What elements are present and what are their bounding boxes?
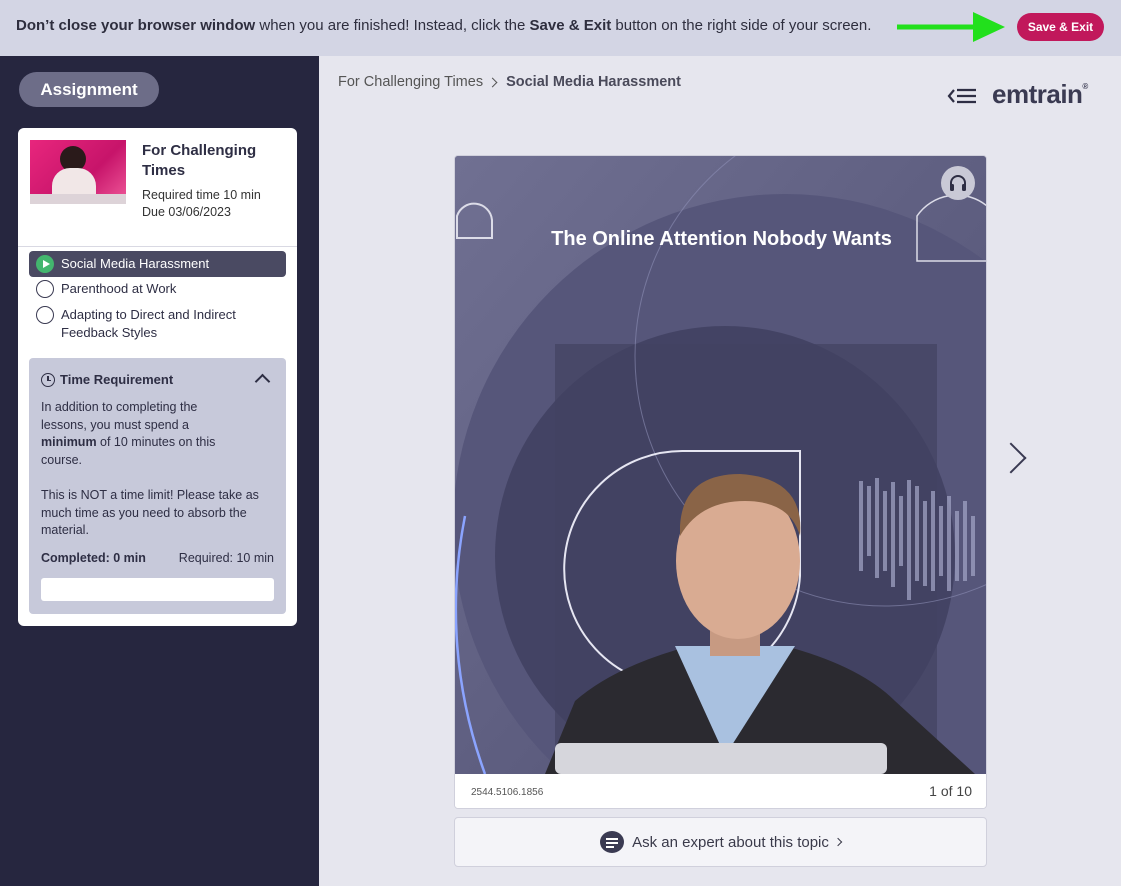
breadcrumb-parent[interactable]: For Challenging Times xyxy=(338,74,483,90)
chat-bubble-icon xyxy=(600,831,625,853)
radio-circle-icon xyxy=(36,280,54,298)
banner-text-mid: when you are finished! Instead, click th… xyxy=(255,17,530,34)
lesson-label: Social Media Harassment xyxy=(61,256,210,271)
time-requirement-heading: Time Requirement xyxy=(60,372,174,387)
ask-expert-button[interactable]: Ask an expert about this topic xyxy=(454,817,987,867)
chevron-right-icon xyxy=(487,77,498,87)
audio-button[interactable] xyxy=(941,166,975,200)
course-thumbnail xyxy=(30,140,126,204)
time-limit-note: This is NOT a time limit! Please take as… xyxy=(41,488,259,537)
lesson-item-social-media-harassment[interactable]: Social Media Harassment xyxy=(29,251,286,277)
lesson-label: Parenthood at Work xyxy=(61,281,177,296)
save-exit-button[interactable]: Save & Exit xyxy=(1017,13,1104,41)
time-progress-bar xyxy=(41,578,274,601)
breadcrumb: For Challenging Times Social Media Haras… xyxy=(338,74,681,90)
course-card: For Challenging Times Required time 10 m… xyxy=(18,128,297,626)
completed-time: Completed: 0 min xyxy=(41,551,146,565)
required-time: Required time 10 min xyxy=(142,188,261,202)
slide-image: The Online Attention Nobody Wants xyxy=(455,156,986,774)
lesson-item-parenthood-at-work[interactable]: Parenthood at Work xyxy=(29,280,286,298)
course-title: For Challenging Times xyxy=(142,142,257,179)
chevron-up-icon[interactable] xyxy=(254,373,271,390)
sidebar: Assignment For Challenging Times Require… xyxy=(0,56,319,886)
slide-counter: 1 of 10 xyxy=(929,783,972,799)
banner-bold-lead: Don’t close your browser window xyxy=(16,17,256,34)
time-requirement-text: In addition to completing the lessons, y… xyxy=(41,399,241,469)
logo-text: emtrain xyxy=(992,79,1083,109)
emtrain-logo: emtrain® xyxy=(992,79,1088,110)
banner-message: Don’t close your browser window when you… xyxy=(16,17,871,34)
time-requirement-header: Time Requirement xyxy=(41,372,173,387)
green-arrow-icon xyxy=(897,12,1005,42)
logo-mark: ® xyxy=(1082,82,1088,91)
breadcrumb-current: Social Media Harassment xyxy=(506,74,681,90)
divider xyxy=(18,246,297,247)
lesson-item-feedback-styles[interactable]: Adapting to Direct and Indirect Feedback… xyxy=(29,306,286,342)
play-icon xyxy=(36,255,54,273)
banner-bold-button: Save & Exit xyxy=(529,17,612,34)
clock-icon xyxy=(41,372,55,387)
slide-footer: 2544.5106.1856 1 of 10 xyxy=(455,774,986,808)
course-meta: Required time 10 min Due 03/06/2023 xyxy=(142,187,261,221)
time-text-before: In addition to completing the lessons, y… xyxy=(41,400,198,432)
time-requirement-panel: Time Requirement In addition to completi… xyxy=(29,358,286,614)
headphones-icon xyxy=(950,175,966,191)
lesson-slide: The Online Attention Nobody Wants 2544.5… xyxy=(454,155,987,809)
collapse-menu-icon[interactable] xyxy=(947,86,977,106)
slide-id: 2544.5106.1856 xyxy=(471,787,544,798)
required-time-label: Required: 10 min xyxy=(178,551,274,565)
time-text-bold: minimum xyxy=(41,435,97,449)
lesson-label: Adapting to Direct and Indirect Feedback… xyxy=(61,307,236,340)
slide-title: The Online Attention Nobody Wants xyxy=(551,228,892,250)
chevron-right-icon xyxy=(833,837,843,847)
assignment-tab[interactable]: Assignment xyxy=(19,72,159,107)
due-date: Due 03/06/2023 xyxy=(142,205,231,219)
next-slide-chevron-icon[interactable] xyxy=(995,442,1027,474)
ask-expert-label: Ask an expert about this topic xyxy=(632,833,829,851)
banner-text-end: button on the right side of your screen. xyxy=(611,17,872,34)
top-banner: Don’t close your browser window when you… xyxy=(0,0,1121,56)
radio-circle-icon xyxy=(36,306,54,324)
